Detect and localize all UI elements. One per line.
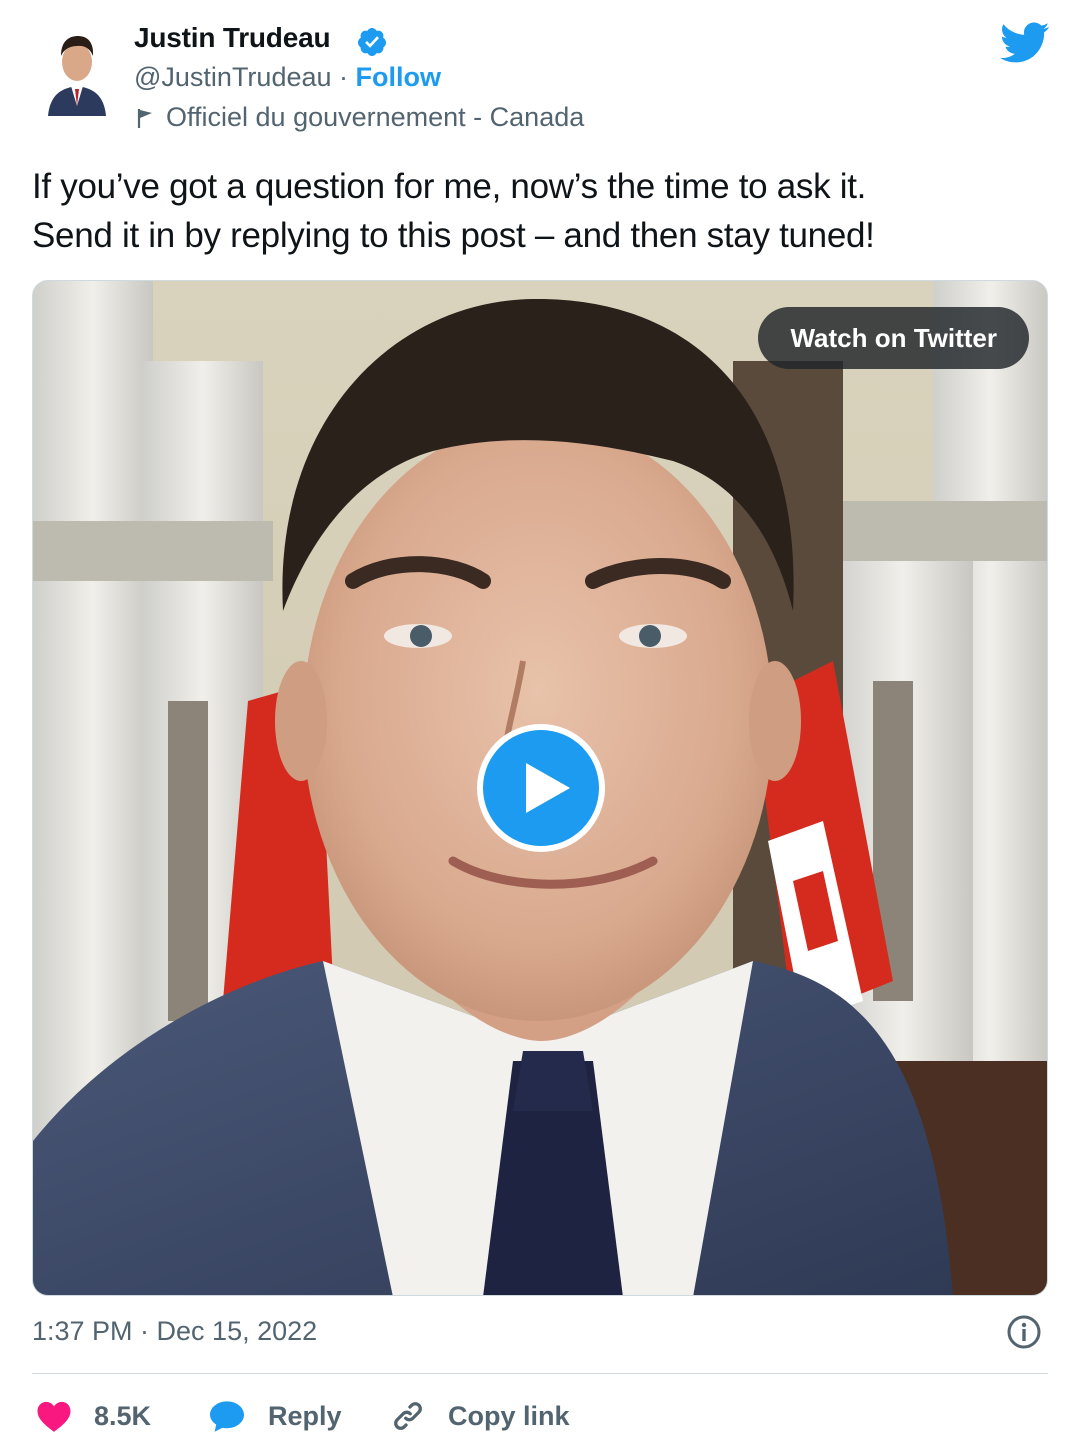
info-icon[interactable] bbox=[1006, 1314, 1042, 1350]
author-name[interactable]: Justin Trudeau bbox=[134, 22, 331, 54]
watch-on-twitter-button[interactable]: Watch on Twitter bbox=[758, 307, 1029, 369]
verified-badge-icon bbox=[358, 28, 387, 56]
like-count: 8.5K bbox=[94, 1400, 152, 1431]
tweet-text-line-2: Send it in by replying to this post – an… bbox=[32, 216, 875, 255]
separator-dot: · bbox=[339, 62, 349, 92]
tweet-embed-card: Justin Trudeau @JustinTrudeau · Follow O… bbox=[0, 0, 1080, 1443]
copy-link-button[interactable]: Copy link bbox=[390, 1394, 570, 1438]
follow-link[interactable]: Follow bbox=[356, 62, 441, 92]
government-label-text: Officiel du gouvernement - Canada bbox=[166, 102, 585, 132]
reply-bubble-icon bbox=[210, 1401, 244, 1432]
play-icon[interactable] bbox=[474, 721, 608, 855]
author-handle[interactable]: @JustinTrudeau bbox=[134, 62, 332, 92]
video-thumbnail[interactable]: Watch on Twitter bbox=[32, 280, 1048, 1296]
copy-link-label: Copy link bbox=[448, 1400, 570, 1431]
divider bbox=[32, 1373, 1048, 1374]
handle-line: @JustinTrudeau · Follow bbox=[134, 62, 441, 93]
twitter-bird-icon[interactable] bbox=[1000, 22, 1050, 64]
government-label[interactable]: Officiel du gouvernement - Canada bbox=[134, 102, 584, 133]
government-flag-icon bbox=[137, 108, 152, 128]
link-icon bbox=[394, 1402, 422, 1430]
reply-button[interactable]: Reply bbox=[208, 1394, 342, 1438]
avatar[interactable] bbox=[44, 26, 110, 116]
like-button[interactable]: 8.5K bbox=[36, 1394, 151, 1438]
heart-icon bbox=[37, 1401, 71, 1432]
tweet-timestamp[interactable]: 1:37 PM · Dec 15, 2022 bbox=[32, 1316, 317, 1347]
tweet-text-line-1: If you’ve got a question for me, now’s t… bbox=[32, 167, 867, 206]
tweet-text: If you’ve got a question for me, now’s t… bbox=[32, 162, 1042, 260]
reply-label: Reply bbox=[268, 1400, 342, 1431]
